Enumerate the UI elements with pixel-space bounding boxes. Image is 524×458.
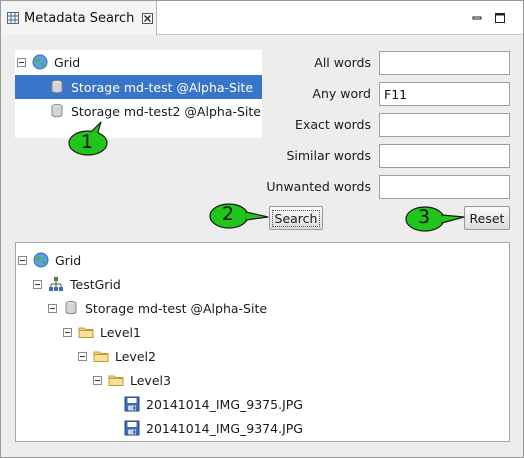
callout-2: 2 <box>209 201 269 231</box>
reset-button[interactable]: Reset <box>464 206 510 230</box>
callout-bubble <box>209 203 269 229</box>
maximize-icon[interactable] <box>494 12 506 24</box>
search-button[interactable]: Search <box>269 206 323 230</box>
result-node-label: TestGrid <box>70 276 121 292</box>
results-tree: Grid TestGrid Storage md-test @Alpha-Sit… <box>15 242 510 442</box>
collapse-icon[interactable] <box>93 375 102 385</box>
result-node-label: Grid <box>55 252 82 268</box>
exact-words-field[interactable] <box>379 113 510 137</box>
globe-icon <box>32 54 48 70</box>
callout-number: 1 <box>81 131 94 153</box>
collapse-icon[interactable] <box>78 351 87 361</box>
result-node-label: Level2 <box>115 348 156 364</box>
result-node-level2[interactable]: Level2 <box>78 344 156 368</box>
source-tree: Grid Storage md-test @Alpha-Site Storage… <box>15 50 262 138</box>
result-node-file[interactable]: 20141014_IMG_9374.JPG <box>124 416 303 440</box>
storage-icon <box>49 103 65 119</box>
all-words-field[interactable] <box>379 51 510 75</box>
unwanted-words-field[interactable] <box>379 175 510 199</box>
result-node-label: 20141014_IMG_9375.JPG <box>146 396 303 412</box>
tree-node-label: Grid <box>54 54 81 70</box>
callout-number: 3 <box>418 206 431 228</box>
result-node-level1[interactable]: Level1 <box>63 320 141 344</box>
view-tab-bar: Metadata Search <box>1 1 523 35</box>
unwanted-words-label: Unwanted words <box>266 179 371 194</box>
tab-metadata-search[interactable]: Metadata Search <box>1 1 157 35</box>
network-icon <box>48 276 64 292</box>
callout-number: 2 <box>222 203 235 225</box>
folder-icon <box>78 324 94 340</box>
minimize-icon[interactable] <box>471 12 483 24</box>
tree-node-storage-md-test2[interactable]: Storage md-test2 @Alpha-Site <box>15 99 262 123</box>
callout-3: 3 <box>405 204 465 234</box>
reset-button-label: Reset <box>469 210 505 226</box>
close-icon[interactable] <box>142 12 154 24</box>
any-word-field[interactable] <box>379 82 510 106</box>
tab-title: Metadata Search <box>24 10 135 26</box>
collapse-icon[interactable] <box>63 327 72 337</box>
file-icon <box>124 420 140 436</box>
globe-icon <box>33 252 49 268</box>
result-node-storage[interactable]: Storage md-test @Alpha-Site <box>48 296 267 320</box>
collapse-icon[interactable] <box>48 303 57 313</box>
result-node-label: Level1 <box>100 324 141 340</box>
tree-node-storage-md-test[interactable]: Storage md-test @Alpha-Site <box>15 75 262 99</box>
metadata-search-view: Metadata Search Grid Storage md-test @Al… <box>0 0 524 458</box>
collapse-icon[interactable] <box>33 279 42 289</box>
all-words-label: All words <box>314 55 371 70</box>
search-button-label: Search <box>271 209 321 227</box>
similar-words-label: Similar words <box>286 148 371 163</box>
folder-icon <box>93 348 109 364</box>
result-node-file[interactable]: 20141014_IMG_9375.JPG <box>124 392 303 416</box>
tree-node-grid[interactable]: Grid <box>17 50 262 74</box>
result-node-label: 20141014_IMG_9374.JPG <box>146 420 303 436</box>
file-icon <box>124 396 140 412</box>
callout-bubble <box>405 206 465 232</box>
result-node-label: Level3 <box>130 372 171 388</box>
exact-words-label: Exact words <box>295 117 371 132</box>
tree-node-label: Storage md-test @Alpha-Site <box>71 79 254 95</box>
storage-icon <box>63 300 79 316</box>
similar-words-field[interactable] <box>379 144 510 168</box>
callout-1: 1 <box>67 121 113 157</box>
folder-icon <box>108 372 124 388</box>
result-node-label: Storage md-test @Alpha-Site <box>85 300 268 316</box>
result-node-level3[interactable]: Level3 <box>93 368 171 392</box>
tree-node-label: Storage md-test2 @Alpha-Site <box>71 103 261 119</box>
storage-icon <box>49 79 65 95</box>
any-word-label: Any word <box>312 86 371 101</box>
collapse-icon[interactable] <box>17 57 26 67</box>
result-node-testgrid[interactable]: TestGrid <box>33 272 121 296</box>
grid-view-icon <box>7 12 19 24</box>
result-node-grid[interactable]: Grid <box>18 248 81 272</box>
collapse-icon[interactable] <box>18 255 27 265</box>
